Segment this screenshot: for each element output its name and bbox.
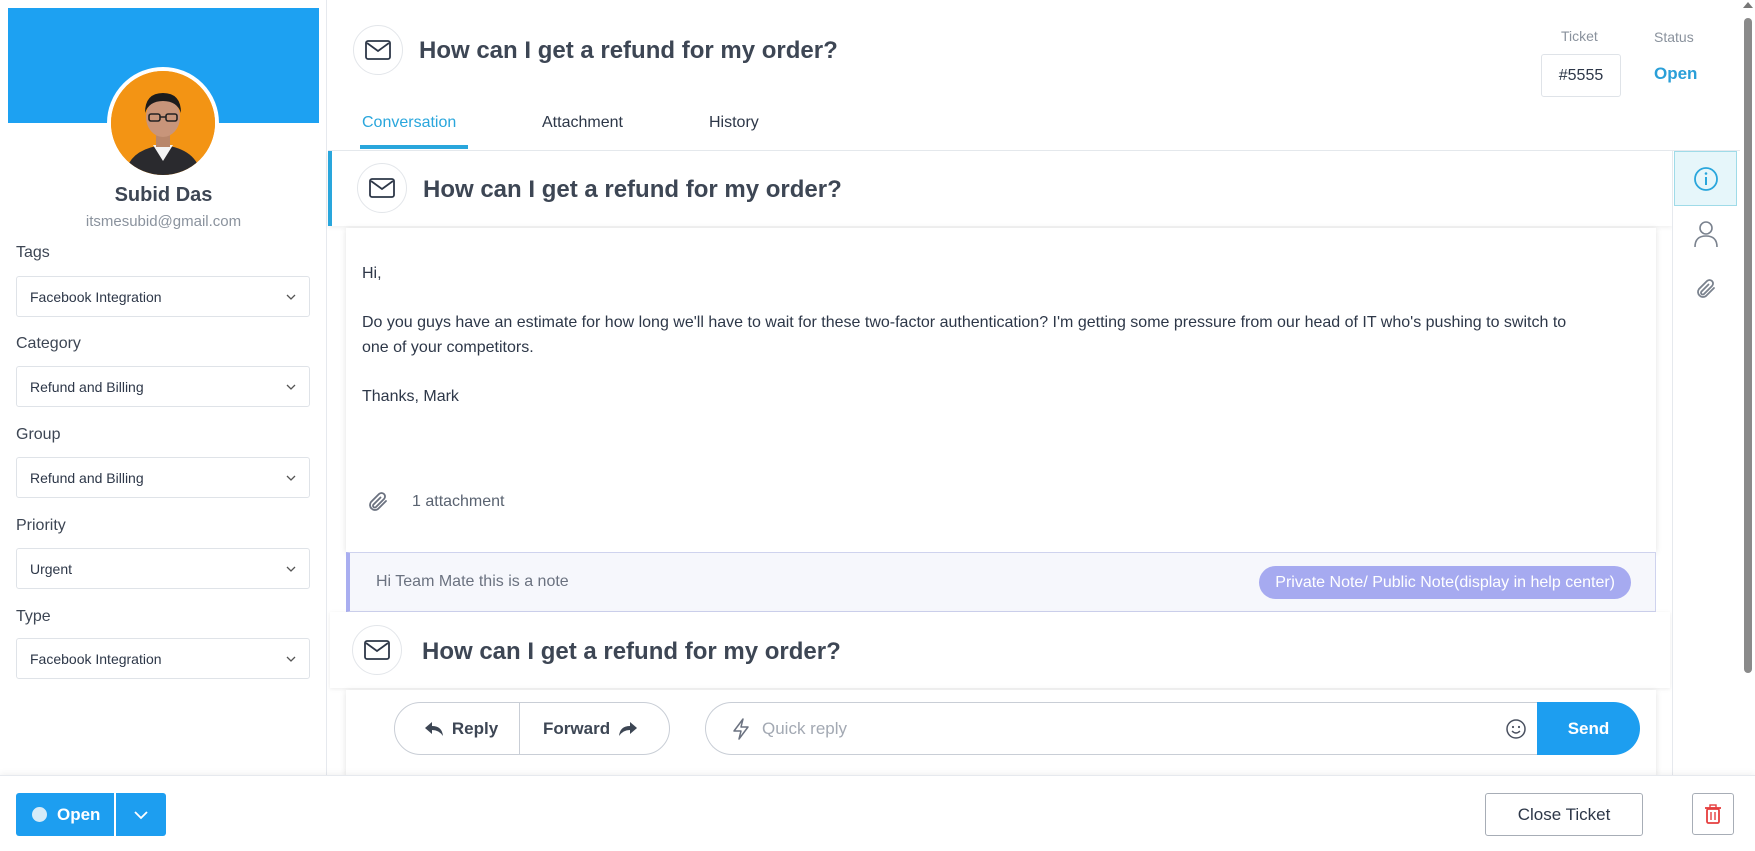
reply-arrow-icon: [424, 721, 443, 736]
chevron-down-icon: [286, 384, 296, 390]
avatar-image: [111, 71, 215, 175]
paperclip-icon: [369, 492, 387, 511]
status-value: Open: [1654, 64, 1698, 83]
status-dropdown-button[interactable]: [116, 793, 166, 836]
group-label: Group: [16, 426, 61, 443]
customer-sidebar: Subid Das itsmesubid@gmail.com Tags Face…: [0, 0, 327, 775]
mail-icon: [357, 163, 407, 213]
chevron-down-icon: [286, 294, 296, 300]
quick-reply-placeholder: Quick reply: [762, 718, 848, 738]
note-visibility-badge[interactable]: Private Note/ Public Note(display in hel…: [1259, 566, 1631, 599]
ticket-footer: Open Close Ticket: [0, 775, 1755, 851]
reply-forward-group: Reply Forward: [394, 702, 670, 755]
category-select[interactable]: Refund and Billing: [16, 366, 310, 407]
scrollbar-thumb[interactable]: [1744, 18, 1752, 673]
scroll-up-arrow-icon[interactable]: [1743, 2, 1753, 8]
message-subject: How can I get a refund for my order?: [423, 176, 842, 203]
active-tab-indicator: [360, 145, 468, 149]
tags-label: Tags: [16, 244, 50, 261]
category-select-value: Refund and Billing: [30, 378, 144, 395]
quick-reply-input[interactable]: Quick reply: [705, 702, 1575, 755]
message-greeting: Hi,: [362, 265, 382, 282]
mail-icon: [352, 625, 402, 675]
message-line-2: one of your competitors.: [362, 339, 534, 356]
chevron-down-icon: [286, 475, 296, 481]
type-select-value: Facebook Integration: [30, 650, 162, 667]
note-text: Hi Team Mate this is a note: [376, 573, 569, 590]
scrollbar[interactable]: [1740, 0, 1755, 775]
chevron-down-icon: [286, 566, 296, 572]
rail-attachment-button[interactable]: [1674, 261, 1737, 316]
message-subject-2: How can I get a refund for my order?: [422, 638, 841, 665]
info-icon: [1693, 166, 1718, 191]
attachment-count: 1 attachment: [412, 493, 505, 510]
avatar: [107, 67, 219, 179]
page-title: How can I get a refund for my order?: [419, 37, 838, 64]
emoji-icon[interactable]: [1505, 718, 1527, 740]
status-open-label: Open: [57, 804, 101, 824]
ticket-number: #5555: [1541, 54, 1621, 97]
lightning-icon: [733, 717, 749, 740]
forward-arrow-icon: [619, 721, 638, 736]
tab-conversation[interactable]: Conversation: [362, 114, 456, 132]
priority-select[interactable]: Urgent: [16, 548, 310, 589]
status-dot-icon: [32, 807, 47, 822]
attachment-row[interactable]: 1 attachment: [366, 490, 505, 514]
tags-select[interactable]: Facebook Integration: [16, 276, 310, 317]
group-select-value: Refund and Billing: [30, 469, 144, 486]
ticket-label: Ticket: [1561, 28, 1598, 44]
rail-info-button[interactable]: [1674, 151, 1737, 206]
type-label: Type: [16, 608, 51, 625]
close-ticket-button[interactable]: Close Ticket: [1485, 793, 1643, 836]
category-label: Category: [16, 335, 81, 352]
paperclip-icon: [1696, 278, 1715, 298]
profile-name: Subid Das: [114, 184, 213, 206]
trash-icon: [1705, 804, 1721, 824]
tab-attachment[interactable]: Attachment: [542, 114, 623, 132]
status-label: Status: [1654, 29, 1694, 45]
message-body: Hi, Do you guys have an estimate for how…: [346, 228, 1656, 552]
tab-history[interactable]: History: [709, 114, 759, 132]
tags-select-value: Facebook Integration: [30, 288, 162, 305]
forward-button[interactable]: Forward: [520, 703, 669, 754]
priority-select-value: Urgent: [30, 560, 73, 577]
message-line-1: Do you guys have an estimate for how lon…: [362, 314, 1567, 331]
details-rail: [1672, 151, 1737, 775]
chevron-down-icon: [134, 810, 148, 819]
message-header-2[interactable]: How can I get a refund for my order?: [330, 612, 1670, 688]
rail-user-button[interactable]: [1674, 206, 1737, 261]
mail-icon: [353, 25, 403, 75]
delete-ticket-button[interactable]: [1692, 793, 1734, 835]
chevron-down-icon: [286, 656, 296, 662]
reply-composer: Reply Forward Quick reply Send: [346, 690, 1656, 776]
reply-button[interactable]: Reply: [395, 703, 521, 754]
message-signoff: Thanks, Mark: [362, 388, 459, 405]
type-select[interactable]: Facebook Integration: [16, 638, 310, 679]
reply-label: Reply: [451, 718, 499, 738]
status-open-button[interactable]: Open: [16, 793, 114, 836]
internal-note: Hi Team Mate this is a note Private Note…: [346, 552, 1656, 612]
forward-label: Forward: [543, 718, 611, 738]
profile-email: itsmesubid@gmail.com: [85, 213, 242, 230]
send-button[interactable]: Send: [1537, 702, 1640, 755]
user-icon: [1693, 220, 1718, 247]
message-header[interactable]: How can I get a refund for my order?: [328, 151, 1672, 226]
group-select[interactable]: Refund and Billing: [16, 457, 310, 498]
priority-label: Priority: [16, 517, 66, 534]
